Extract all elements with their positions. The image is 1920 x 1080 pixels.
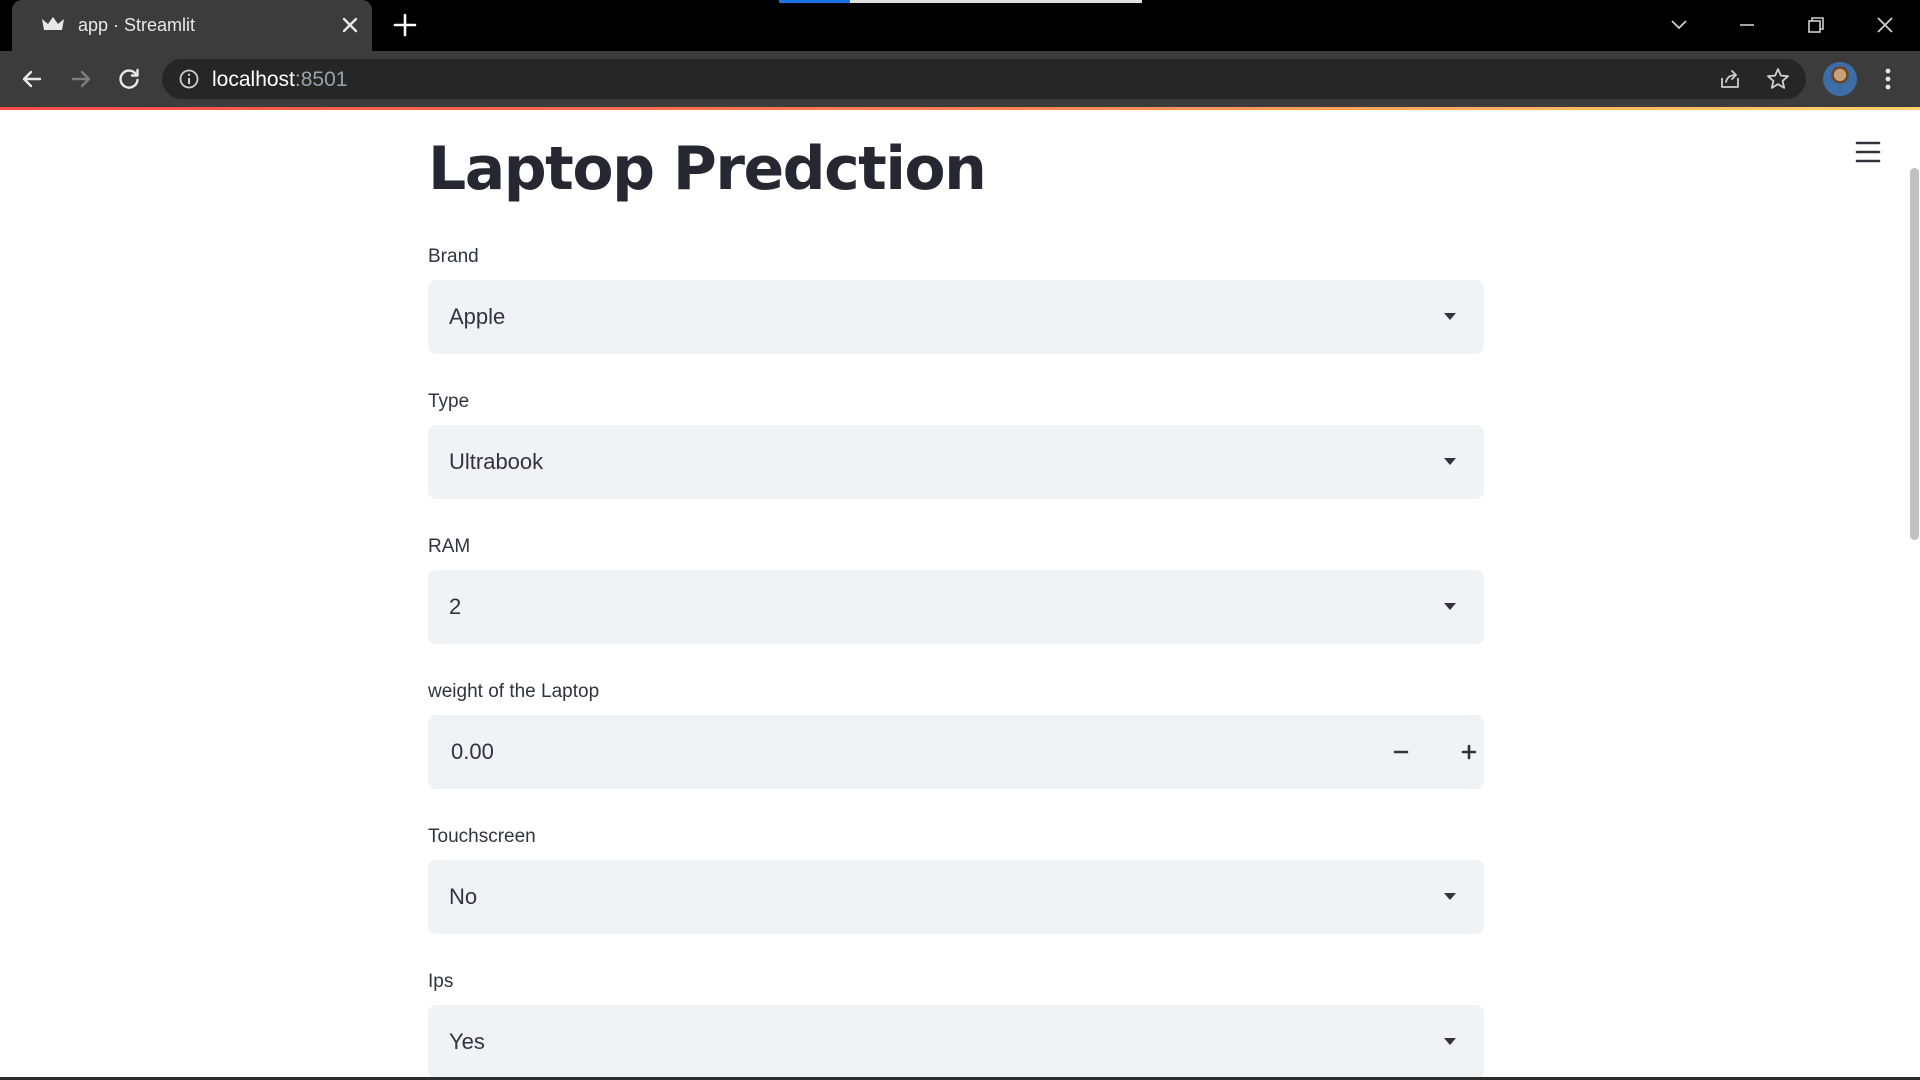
hamburger-menu-icon[interactable] [1854,140,1882,164]
scrollbar-thumb[interactable] [1910,168,1919,540]
streamlit-crown-icon [42,17,64,30]
browser-tab-bar: app · Streamlit [0,0,1920,51]
caret-down-icon[interactable] [1444,458,1456,465]
browser-tab[interactable]: app · Streamlit [12,0,372,51]
reload-icon[interactable] [115,65,143,93]
url-host: localhost [212,68,295,91]
ram-selected-value: 2 [449,594,462,619]
loading-indicator-track [850,0,1142,3]
address-bar[interactable]: localhost:8501 [162,59,1806,99]
type-select[interactable]: Ultrabook [428,425,1484,499]
brand-selected-value: Apple [449,304,506,329]
tab-title: app · Streamlit [78,15,196,35]
caret-down-icon[interactable] [1444,603,1456,610]
browser-toolbar: localhost:8501 [0,51,1920,107]
info-icon[interactable] [178,68,200,90]
brand-select[interactable]: Apple [428,280,1484,354]
arrow-right-icon[interactable] [67,65,95,93]
plus-icon[interactable] [392,12,418,38]
close-icon[interactable] [338,13,362,37]
star-icon[interactable] [1765,66,1791,92]
window-close-icon[interactable] [1870,10,1900,40]
caret-down-icon[interactable] [1444,893,1456,900]
page-title: Laptop Predction [428,134,987,204]
url-port: :8501 [294,68,348,91]
avatar[interactable] [1823,62,1857,96]
url-text[interactable]: localhost:8501 [212,68,347,92]
minus-icon[interactable] [1383,734,1419,770]
type-label: Type [428,391,470,412]
arrow-left-icon[interactable] [18,65,46,93]
chevron-down-icon[interactable] [1664,10,1694,40]
kebab-menu-icon[interactable] [1876,65,1900,93]
weight-label: weight of the Laptop [428,681,600,702]
plus-icon[interactable] [1451,734,1487,770]
weight-number-input[interactable]: 0.00 [428,715,1484,789]
touchscreen-select[interactable]: No [428,860,1484,934]
minimize-icon[interactable] [1732,10,1762,40]
share-icon[interactable] [1718,67,1742,91]
type-selected-value: Ultrabook [449,449,544,474]
brand-label: Brand [428,246,479,267]
ram-label: RAM [428,536,471,557]
weight-value[interactable]: 0.00 [451,739,494,765]
ips-selected-value: Yes [449,1029,485,1054]
ips-select[interactable]: Yes [428,1005,1484,1077]
loading-indicator [779,0,850,3]
caret-down-icon[interactable] [1444,1038,1456,1045]
app-viewport: Laptop Predction Brand Apple Type Ultrab… [0,110,1920,1077]
caret-down-icon[interactable] [1444,313,1456,320]
ips-label: Ips [428,971,454,992]
touchscreen-label: Touchscreen [428,826,536,847]
restore-icon[interactable] [1801,10,1831,40]
ram-select[interactable]: 2 [428,570,1484,644]
touchscreen-selected-value: No [449,884,478,909]
